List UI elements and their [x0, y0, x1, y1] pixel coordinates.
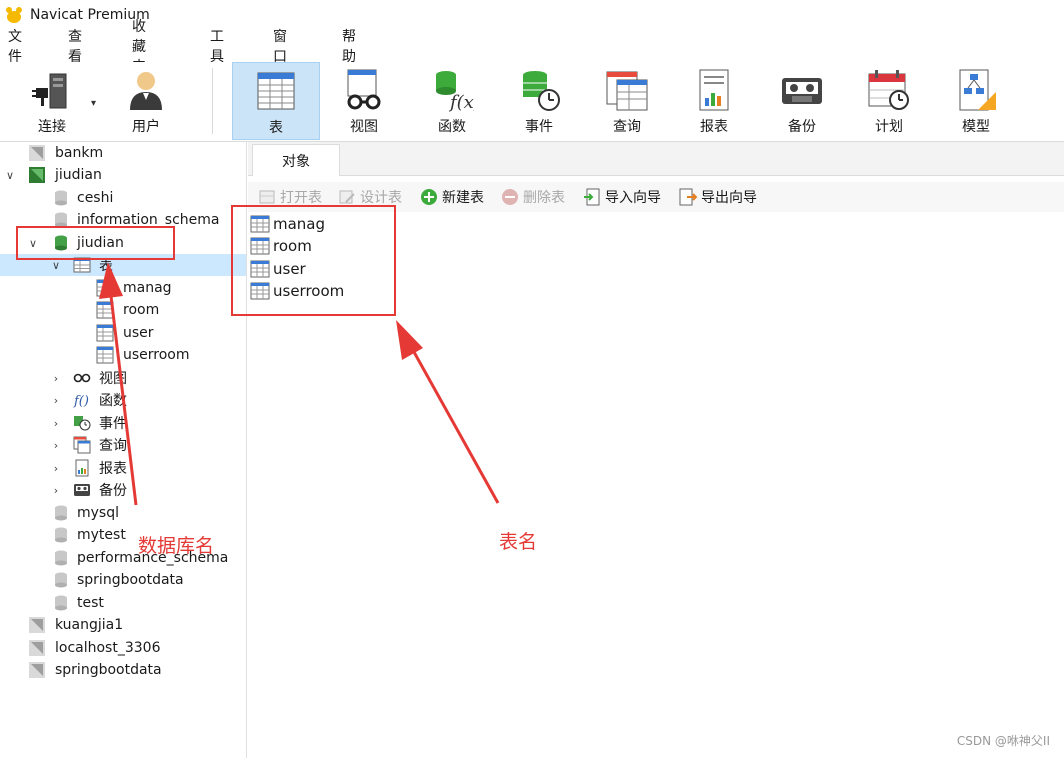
annotation-db-label: 数据库名 [138, 535, 215, 557]
annotation-arrowhead-table [396, 320, 423, 360]
annotation-arrowhead-db [99, 262, 123, 299]
annotation-arrow-db [109, 295, 138, 506]
annotation-arrow-table [412, 351, 500, 504]
watermark: CSDN @咻神父II [956, 734, 1050, 748]
annotation-table-label: 表名 [499, 531, 538, 553]
annotation-arrows [99, 262, 500, 506]
